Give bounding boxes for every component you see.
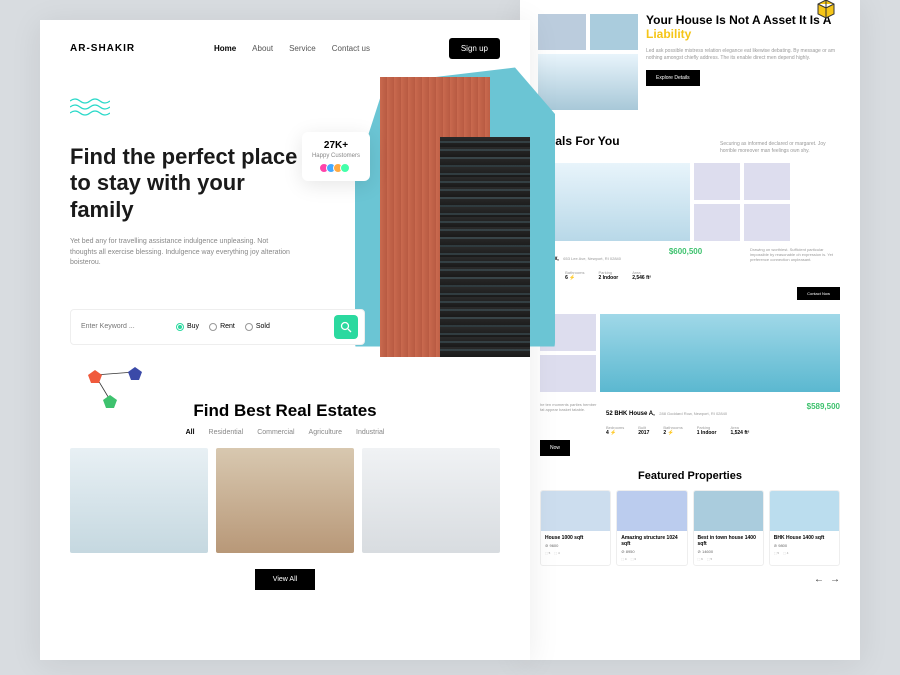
search-button[interactable] xyxy=(334,315,358,339)
hero-building-graphic xyxy=(360,37,540,357)
view-all-button[interactable]: View All xyxy=(255,569,315,590)
carousel-arrows: ← → xyxy=(520,566,860,593)
search-input[interactable] xyxy=(77,319,176,334)
main-nav: Home About Service Contact us xyxy=(214,44,370,53)
deal-main-image[interactable] xyxy=(540,163,690,241)
radio-sold[interactable]: Sold xyxy=(245,323,270,331)
liability-section: Your House Is Not A Asset It Is A Liabil… xyxy=(520,0,860,116)
featured-card[interactable]: House 1000 sqft⊘ 9600⬚ 5⬚ 4 xyxy=(540,490,611,566)
liability-title: Your House Is Not A Asset It Is A Liabil… xyxy=(646,14,842,42)
tab-industrial[interactable]: Industrial xyxy=(356,429,384,436)
liability-sub: Led ask possible mistress relation elega… xyxy=(646,48,842,62)
deal-card-2-info: he ten moments parties hember fat appear… xyxy=(520,402,860,436)
nav-home[interactable]: Home xyxy=(214,44,236,53)
customers-badge: 27K+ Happy Customers xyxy=(302,132,370,181)
liability-main-thumb xyxy=(538,54,638,110)
deal-name: 52 BHK House A, xyxy=(606,411,655,417)
deal-stats: Built2018 Bathrooms6 ⚡ Parking2 Indoor A… xyxy=(540,270,840,281)
badge-number: 27K+ xyxy=(312,140,360,151)
deal2-note: he ten moments parties hember fat appear… xyxy=(540,402,600,436)
landing-page-left: AR-SHAKIR Home About Service Contact us … xyxy=(40,20,530,660)
deal-address: 653 Lee Ave, Newport, RI 02840 xyxy=(563,256,621,261)
deal-card-1: e New, 653 Lee Ave, Newport, RI 02840 $6… xyxy=(520,163,860,314)
landing-page-right: Your House Is Not A Asset It Is A Liabil… xyxy=(520,0,860,660)
hero-subtitle: Yet bed any for travelling assistance in… xyxy=(70,237,290,269)
deal-stats: Bedrooms4 ⚡ Built2017 Bathrooms2 ⚡ Parki… xyxy=(606,425,801,436)
featured-grid: House 1000 sqft⊘ 9600⬚ 5⬚ 4 Amazing stru… xyxy=(520,490,860,566)
deal-main-image[interactable] xyxy=(600,314,840,392)
search-icon xyxy=(340,321,352,333)
tab-agriculture[interactable]: Agriculture xyxy=(309,429,342,436)
tab-all[interactable]: All xyxy=(186,429,195,436)
deal-card-2-images xyxy=(520,314,860,402)
estate-card[interactable] xyxy=(216,448,354,553)
deal2-now-button[interactable]: Now xyxy=(540,440,570,456)
liability-thumb xyxy=(590,14,638,50)
featured-card[interactable]: BHK House 1400 sqft⊘ 9800⬚ 5⬚ 4 xyxy=(769,490,840,566)
deal-thumb[interactable] xyxy=(694,204,740,241)
featured-card[interactable]: Amazing structure 1024 sqft⊘ 8950⬚ 4⬚ 3 xyxy=(616,490,687,566)
deal-thumb[interactable] xyxy=(744,204,790,241)
deals-sub: Securing as informed declared or margare… xyxy=(720,141,840,155)
cube-icon xyxy=(816,0,836,20)
badge-avatars xyxy=(312,163,360,173)
estate-card[interactable] xyxy=(362,448,500,553)
deals-header: Deals For You Securing as informed decla… xyxy=(520,116,860,163)
logo: AR-SHAKIR xyxy=(70,43,135,54)
badge-text: Happy Customers xyxy=(312,153,360,159)
nav-about[interactable]: About xyxy=(252,44,273,53)
deal-thumb[interactable] xyxy=(744,163,790,200)
deal-address: 288 Goddard Row, Newport, RI 02840 xyxy=(659,411,727,416)
deal-desc: Drawing on worthiest. Sufficient particu… xyxy=(750,247,840,263)
estate-card[interactable] xyxy=(70,448,208,553)
tab-commercial[interactable]: Commercial xyxy=(257,429,294,436)
radio-rent[interactable]: Rent xyxy=(209,323,235,331)
deal-thumb[interactable] xyxy=(694,163,740,200)
hero-title: Find the perfect place to stay with your… xyxy=(70,144,310,223)
search-type-radios: Buy Rent Sold xyxy=(176,323,270,331)
deal-price: $589,500 xyxy=(807,402,840,436)
nav-service[interactable]: Service xyxy=(289,44,316,53)
featured-title: Featured Properties xyxy=(520,470,860,482)
arrow-right-icon[interactable]: → xyxy=(830,574,840,585)
featured-card[interactable]: Best in town house 1400 sqft⊘ 14600⬚ 6⬚ … xyxy=(693,490,764,566)
search-bar: Buy Rent Sold xyxy=(70,309,365,345)
liability-thumb xyxy=(538,14,586,50)
contact-now-button[interactable]: Contact Now xyxy=(797,287,840,300)
deal-price: $600,500 xyxy=(669,247,702,256)
arrow-left-icon[interactable]: ← xyxy=(814,574,824,585)
hero-section: Find the perfect place to stay with your… xyxy=(40,77,530,279)
estate-tabs: All Residential Commercial Agriculture I… xyxy=(40,429,530,436)
decorative-shapes xyxy=(40,345,530,395)
deal-thumb[interactable] xyxy=(540,355,596,392)
tab-residential[interactable]: Residential xyxy=(209,429,244,436)
estate-grid xyxy=(40,448,530,553)
radio-buy[interactable]: Buy xyxy=(176,323,199,331)
explore-details-button[interactable]: Explore Details xyxy=(646,70,700,86)
